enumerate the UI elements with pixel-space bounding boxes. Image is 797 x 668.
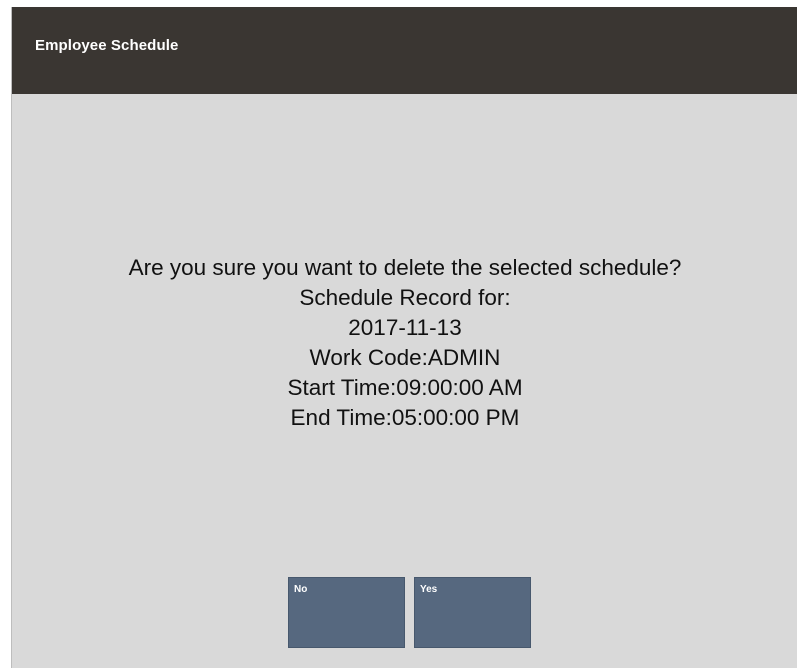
- delete-confirmation-message: Are you sure you want to delete the sele…: [6, 253, 797, 433]
- window-title: Employee Schedule: [35, 37, 179, 54]
- start-time: Start Time:09:00:00 AM: [287, 375, 523, 400]
- no-button[interactable]: No: [288, 577, 405, 648]
- confirmation-question: Are you sure you want to delete the sele…: [128, 255, 682, 280]
- yes-button-label: Yes: [420, 584, 438, 595]
- title-bar: Employee Schedule: [12, 7, 797, 94]
- no-button-label: No: [294, 584, 308, 595]
- work-code: Work Code:ADMIN: [309, 345, 501, 370]
- schedule-date: 2017-11-13: [348, 315, 462, 340]
- record-heading: Schedule Record for:: [299, 285, 511, 310]
- end-time: End Time:05:00:00 PM: [290, 405, 520, 430]
- yes-button[interactable]: Yes: [414, 577, 531, 648]
- employee-schedule-window: Employee Schedule Are you sure you want …: [11, 7, 797, 668]
